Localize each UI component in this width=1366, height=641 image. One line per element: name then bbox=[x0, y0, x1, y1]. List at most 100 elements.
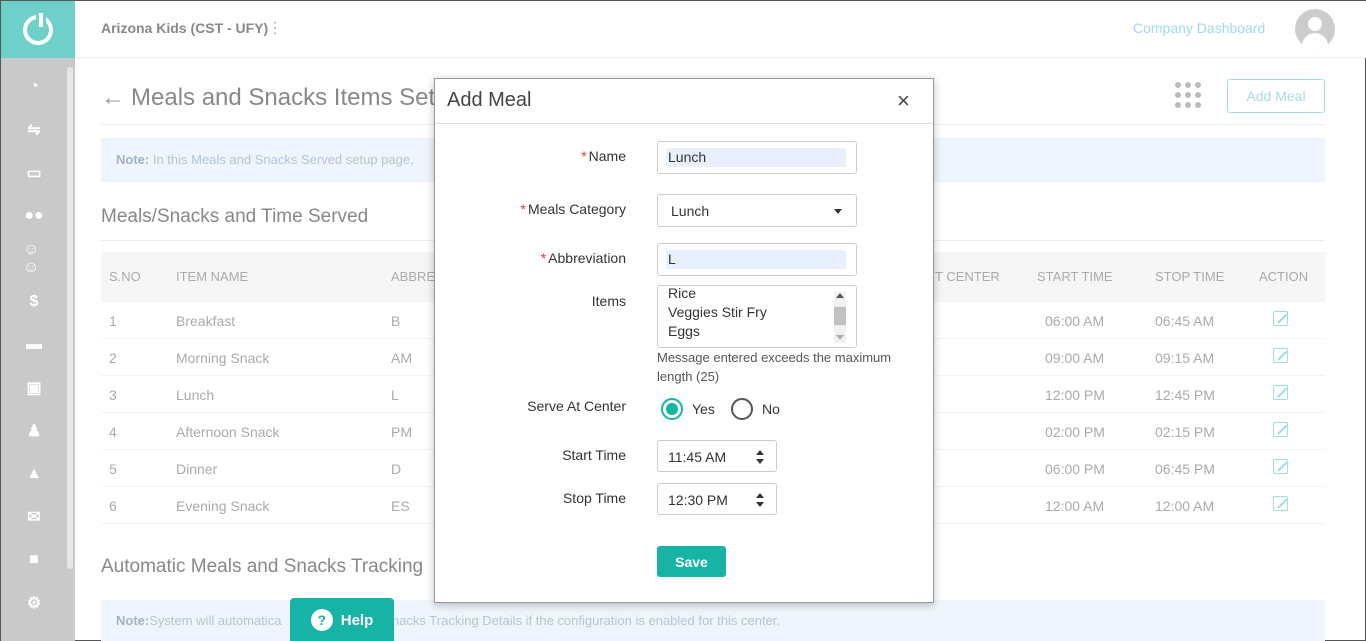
start-time-label: Start Time bbox=[562, 447, 626, 463]
items-label: Items bbox=[591, 293, 626, 309]
cell-stop: 09:15 AM bbox=[1155, 350, 1215, 366]
cell-sno: 6 bbox=[109, 498, 117, 514]
dollar-icon[interactable]: $ bbox=[23, 293, 45, 311]
serve-yes-radio[interactable] bbox=[661, 398, 683, 420]
edit-icon[interactable] bbox=[1273, 459, 1288, 474]
listbox-scrollbar[interactable] bbox=[834, 291, 846, 343]
note-text: ls and Snacks Tracking Details if the co… bbox=[345, 613, 781, 628]
start-time-field[interactable]: 11:45 AM bbox=[657, 440, 777, 472]
apps-grid-icon[interactable] bbox=[1175, 82, 1201, 108]
cell-start: 09:00 AM bbox=[1045, 350, 1105, 366]
modal-title: Add Meal bbox=[447, 89, 532, 111]
serve-at-center-label: Serve At Center bbox=[527, 398, 626, 414]
scroll-down-icon[interactable] bbox=[836, 335, 844, 340]
cell-stop: 06:45 AM bbox=[1155, 313, 1215, 329]
edit-icon[interactable] bbox=[1273, 496, 1288, 511]
notes-icon[interactable]: ■ bbox=[23, 551, 45, 569]
cell-abbr: D bbox=[391, 461, 402, 477]
center-name[interactable]: Arizona Kids (CST - UFY) bbox=[101, 20, 268, 36]
items-listbox[interactable]: Rice Veggies Stir Fry Eggs bbox=[657, 285, 857, 348]
app-logo[interactable] bbox=[1, 1, 75, 58]
spinner-icon[interactable] bbox=[756, 450, 764, 464]
meals-category-select[interactable]: Lunch bbox=[657, 194, 857, 227]
cell-sno: 2 bbox=[109, 350, 117, 366]
dashboard-pie-icon[interactable]: ◔ bbox=[23, 78, 45, 96]
top-bar: Arizona Kids (CST - UFY) ⋮ Company Dashb… bbox=[75, 1, 1366, 58]
start-time-value: 11:45 AM bbox=[668, 449, 727, 465]
sidebar-scrollbar[interactable] bbox=[67, 67, 73, 569]
category-selected-value: Lunch bbox=[671, 203, 710, 219]
list-item[interactable]: Veggies Stir Fry bbox=[668, 304, 767, 320]
category-label-text: Meals Category bbox=[527, 201, 626, 217]
cell-item: Breakfast bbox=[176, 313, 236, 329]
edit-icon[interactable] bbox=[1273, 348, 1288, 363]
family-icon[interactable]: ☺☺ bbox=[23, 241, 45, 276]
help-label: Help bbox=[340, 611, 374, 629]
company-dashboard-link[interactable]: Company Dashboard bbox=[1133, 20, 1265, 36]
note-text: System will automatica bbox=[149, 613, 282, 628]
help-button[interactable]: ? Help bbox=[290, 598, 394, 641]
section-title: Meals/Snacks and Time Served bbox=[101, 206, 369, 227]
list-item[interactable]: Rice bbox=[668, 286, 696, 301]
stop-time-value: 12:30 PM bbox=[668, 492, 728, 508]
name-label-text: Name bbox=[588, 148, 626, 164]
cell-abbr: AM bbox=[391, 350, 412, 366]
required-asterisk: * bbox=[520, 201, 526, 217]
cell-sno: 4 bbox=[109, 424, 117, 440]
staff-icon[interactable]: ♟ bbox=[23, 422, 45, 440]
close-icon[interactable]: × bbox=[897, 88, 910, 114]
cell-item: Evening Snack bbox=[176, 498, 270, 514]
edit-icon[interactable] bbox=[1273, 311, 1288, 326]
more-vertical-icon[interactable]: ⋮ bbox=[267, 18, 283, 38]
header-abbreviation: ABBRE bbox=[391, 269, 436, 284]
id-badge-icon[interactable]: ▣ bbox=[23, 379, 45, 397]
save-button[interactable]: Save bbox=[657, 546, 726, 577]
note-text: In this Meals and Snacks Served setup pa… bbox=[149, 152, 414, 167]
cell-stop: 12:45 PM bbox=[1155, 387, 1215, 403]
cell-abbr: B bbox=[391, 313, 401, 329]
name-input-value[interactable]: Lunch bbox=[666, 148, 846, 167]
cell-item: Lunch bbox=[176, 387, 215, 403]
users-icon[interactable]: ●● bbox=[23, 207, 45, 225]
abbreviation-field[interactable]: L bbox=[657, 243, 857, 276]
edit-icon[interactable] bbox=[1273, 385, 1288, 400]
back-arrow-icon[interactable]: ← bbox=[101, 84, 125, 112]
credit-card-icon[interactable]: ▬ bbox=[23, 336, 45, 354]
sidebar: ◔ ⇋ ▭ ●● ☺☺ $ ▬ ▣ ♟ ▲ ✉ ■ ⚙ bbox=[1, 1, 75, 641]
cell-sno: 1 bbox=[109, 313, 117, 329]
user-avatar[interactable] bbox=[1295, 9, 1335, 49]
cell-abbr: ES bbox=[391, 498, 410, 514]
mail-icon[interactable]: ✉ bbox=[23, 508, 45, 526]
handshake-icon[interactable]: ⇋ bbox=[23, 121, 45, 139]
section-title: Automatic Meals and Snacks Tracking bbox=[101, 556, 424, 577]
serve-yes-label[interactable]: Yes bbox=[692, 401, 715, 417]
edit-icon[interactable] bbox=[1273, 422, 1288, 437]
note-box: Note:System will automatica ls and Snacks… bbox=[101, 600, 1325, 641]
cell-stop: 02:15 PM bbox=[1155, 424, 1215, 440]
monitor-icon[interactable]: ▭ bbox=[23, 164, 45, 182]
list-item[interactable]: Eggs bbox=[668, 323, 700, 339]
spinner-icon[interactable] bbox=[756, 493, 764, 507]
settings-gear-icon[interactable]: ⚙ bbox=[23, 594, 45, 612]
abbreviation-input-value[interactable]: L bbox=[666, 250, 846, 269]
note-label: Note: bbox=[116, 613, 150, 628]
question-icon: ? bbox=[310, 609, 333, 631]
header-start-time: START TIME bbox=[1037, 269, 1113, 284]
category-label: * Meals Category bbox=[521, 201, 627, 217]
name-field[interactable]: Lunch bbox=[657, 141, 857, 174]
header-serve-at-center: T CENTER bbox=[935, 269, 1000, 284]
scroll-up-icon[interactable] bbox=[836, 293, 844, 298]
note-label: Note: bbox=[116, 152, 150, 167]
required-asterisk: * bbox=[581, 148, 587, 164]
cell-abbr: L bbox=[391, 387, 399, 403]
serve-no-label[interactable]: No bbox=[762, 401, 780, 417]
add-meal-button[interactable]: Add Meal bbox=[1227, 79, 1325, 113]
stop-time-label: Stop Time bbox=[562, 490, 626, 506]
cell-stop: 06:45 PM bbox=[1155, 461, 1215, 477]
stop-time-field[interactable]: 12:30 PM bbox=[657, 483, 777, 515]
serve-no-radio[interactable] bbox=[731, 398, 753, 420]
scroll-thumb[interactable] bbox=[834, 307, 846, 325]
camp-tent-icon[interactable]: ▲ bbox=[23, 465, 45, 483]
header-item-name: ITEM NAME bbox=[176, 269, 249, 284]
cell-sno: 5 bbox=[109, 461, 117, 477]
